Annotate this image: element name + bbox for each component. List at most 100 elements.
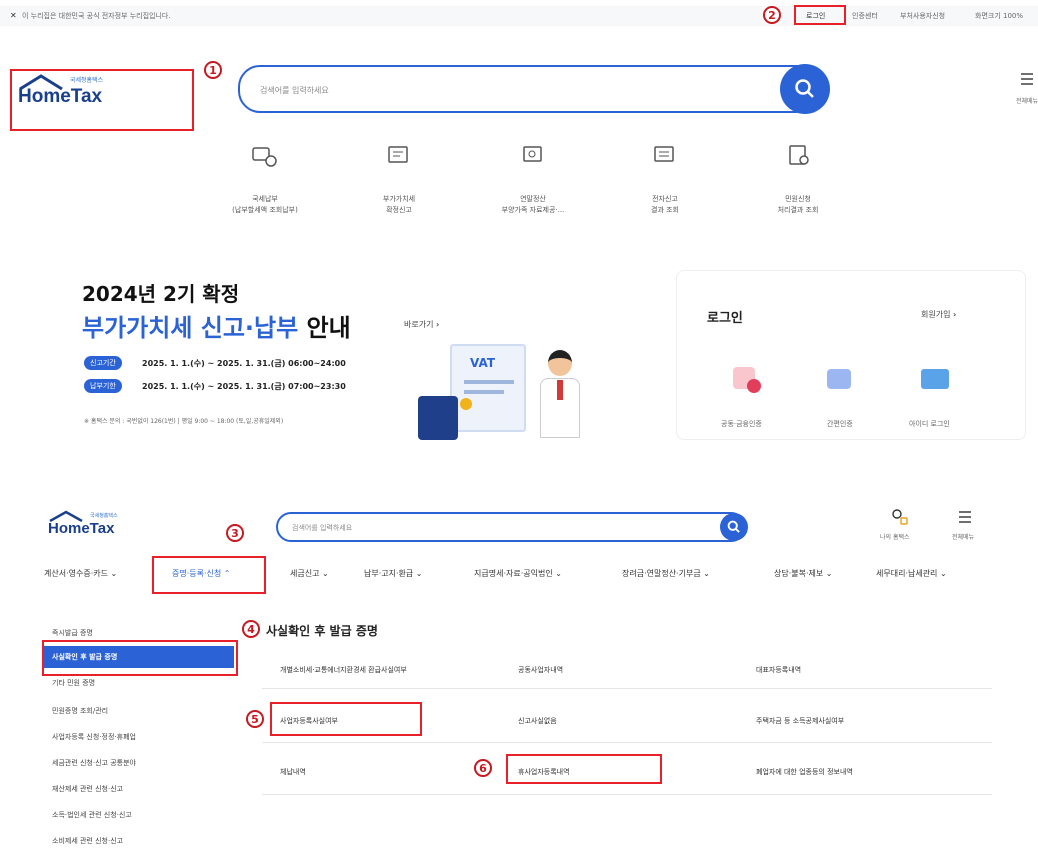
year-end-icon <box>523 146 542 162</box>
marker-3: 3 <box>226 524 244 542</box>
grid-item[interactable]: 주택자금 등 소득공제사실여부 <box>756 716 844 726</box>
logo-2[interactable]: 국세청홈택스 HomeTax <box>44 508 154 550</box>
highlight-sidebar-fact-check <box>42 640 238 676</box>
search-bar[interactable]: 검색어를 입력하세요 <box>238 65 828 113</box>
banner-title-1: 2024년 2기 확정 <box>82 282 240 306</box>
all-menu-label: 전체메뉴 <box>1016 98 1038 105</box>
quick-sub: 확정신고 <box>386 206 412 214</box>
quick-label: 전자신고 <box>652 195 678 203</box>
quick-label: 국세납부 <box>252 195 278 203</box>
quick-label: 민원신청 <box>785 195 811 203</box>
vat-document: VAT <box>450 344 526 432</box>
logo-sub: 국세청홈택스 <box>90 513 118 519</box>
chevron-down-icon: ⌄ <box>110 569 118 578</box>
login-panel: 로그인 회원가입 › 공동·금융인증 간편인증 아이디 로그인 <box>676 270 1026 440</box>
sidebar-item-other[interactable]: 기타 민원 증명 <box>52 678 95 688</box>
badge-filing: 신고기간 <box>84 356 122 370</box>
tax-payment-icon <box>252 147 277 167</box>
chevron-right-icon: › <box>436 320 440 329</box>
marker-1: 1 <box>204 61 222 79</box>
id-login-icon <box>921 369 949 389</box>
chevron-down-icon: ⌄ <box>322 569 329 578</box>
top-link-zoom[interactable]: 화면크기 100% <box>975 11 1023 21</box>
hamburger-icon <box>959 511 971 523</box>
hamburger-icon <box>1021 73 1033 85</box>
person-figure <box>540 350 580 438</box>
login-option-label: 간편인증 <box>827 420 853 428</box>
chevron-down-icon: ⌄ <box>825 569 833 578</box>
document-line <box>464 380 514 384</box>
civil-request-icon <box>789 145 809 165</box>
vat-label: VAT <box>470 356 496 370</box>
signup-link[interactable]: 회원가입 › <box>921 309 956 320</box>
nav-tax-filing[interactable]: 세금신고 ⌄ <box>290 568 329 579</box>
grid-item[interactable]: 공동사업자내역 <box>518 665 563 675</box>
chevron-down-icon: ⌄ <box>415 569 423 578</box>
chevron-right-icon: › <box>953 310 957 319</box>
login-option-label: 아이디 로그인 <box>909 420 950 428</box>
user-key-icon <box>892 509 908 525</box>
e-filing-icon <box>654 146 674 162</box>
logo-text: HomeTax <box>48 520 115 537</box>
all-menu-button[interactable]: 전체메뉴 <box>1016 72 1038 108</box>
sidebar-item-manage[interactable]: 민원증명 조회/관리 <box>52 706 108 716</box>
my-hometax-button[interactable]: 나의 홈택스 <box>880 508 920 544</box>
nav-receipts[interactable]: 계산서·영수증·카드 ⌄ <box>44 568 117 579</box>
sidebar-item-consumption[interactable]: 소비제세 관련 신청·신고 <box>52 836 123 846</box>
chevron-down-icon: ⌄ <box>939 569 947 578</box>
all-menu-label: 전체메뉴 <box>952 534 975 541</box>
banner-title-suffix: 안내 <box>298 314 351 342</box>
highlight-biz-reg-fact <box>270 702 422 736</box>
top-link-dept[interactable]: 부처사용자신청 <box>900 11 945 21</box>
nav-payment[interactable]: 납부·고지·환급 ⌄ <box>364 568 423 579</box>
filing-period: 2025. 1. 1.(수) ~ 2025. 1. 31.(금) 06:00~2… <box>142 359 346 368</box>
cert-icon-dot <box>747 379 761 393</box>
banner-title-2: 부가가치세 신고·납부 안내 <box>82 308 351 343</box>
payment-period: 2025. 1. 1.(수) ~ 2025. 1. 31.(금) 07:00~2… <box>142 382 346 391</box>
chart-icon <box>460 398 472 410</box>
banner-note: ※ 홈택스 문의 : 국번없이 126(1번) | 평일 9:00 ~ 18:0… <box>84 418 284 425</box>
nav-statements[interactable]: 지급명세·자료·공익법인 ⌄ <box>474 568 562 579</box>
sidebar-item-biz-reg[interactable]: 사업자등록 신청·정정·휴폐업 <box>52 732 136 742</box>
divider <box>262 794 992 795</box>
nav-tax-agent[interactable]: 세무대리·납세관리 ⌄ <box>876 568 947 579</box>
top-link-cert[interactable]: 인증센터 <box>852 11 878 21</box>
grid-item[interactable]: 폐업자에 대한 업종등의 정보내역 <box>756 767 853 777</box>
sidebar-item-income[interactable]: 소득·법인세 관련 신청·신고 <box>52 810 132 820</box>
search-input[interactable]: 검색어를 입력하세요 <box>292 523 352 533</box>
nav-incentives[interactable]: 장려금·연말정산·기부금 ⌄ <box>622 568 710 579</box>
highlight-nav-certificates <box>152 556 266 594</box>
quick-label: 연말정산 <box>520 195 546 203</box>
person-head <box>548 350 572 376</box>
all-menu-button-2[interactable]: 전체메뉴 <box>946 508 986 544</box>
vat-banner[interactable]: 2024년 2기 확정 부가가치세 신고·납부 안내 바로가기 › 신고기간 2… <box>70 270 650 440</box>
nav-consultation[interactable]: 상담·불복·제보 ⌄ <box>774 568 833 579</box>
marker-4: 4 <box>242 620 260 638</box>
banner-more-link[interactable]: 바로가기 › <box>404 319 439 330</box>
search-button[interactable] <box>780 64 830 114</box>
grid-item[interactable]: 신고사실없음 <box>518 716 557 726</box>
badge-payment: 납부기한 <box>84 379 122 393</box>
quick-sub: (납부할세액 조회납부) <box>232 206 298 214</box>
grid-item[interactable]: 개별소비세·교통에너지환경세 환급사실여부 <box>280 665 407 675</box>
sidebar-item-instant[interactable]: 즉시발급 증명 <box>52 628 93 638</box>
simple-auth-icon <box>827 369 851 389</box>
search-bar-2[interactable]: 검색어를 입력하세요 <box>276 512 746 542</box>
vat-report-icon <box>388 146 408 163</box>
sidebar-item-common[interactable]: 세금관련 신청·신고 공통분야 <box>52 758 136 768</box>
grid-item[interactable]: 체납내역 <box>280 767 306 777</box>
sidebar-item-property[interactable]: 재산제세 관련 신청·신고 <box>52 784 123 794</box>
chevron-down-icon: ⌄ <box>703 569 710 578</box>
calculator-icon <box>418 396 458 440</box>
grid-item[interactable]: 대표자등록내역 <box>756 665 801 675</box>
highlight-login <box>794 5 846 25</box>
highlight-closed-biz <box>506 754 662 784</box>
search-icon <box>795 79 814 98</box>
search-input[interactable]: 검색어를 입력하세요 <box>260 85 329 96</box>
divider <box>262 742 992 743</box>
quick-sub: 처리결과 조회 <box>777 206 819 214</box>
search-button-2[interactable] <box>720 513 748 541</box>
login-option-label: 공동·금융인증 <box>721 420 762 428</box>
my-hometax-label: 나의 홈택스 <box>880 534 910 541</box>
marker-5: 5 <box>246 710 264 728</box>
